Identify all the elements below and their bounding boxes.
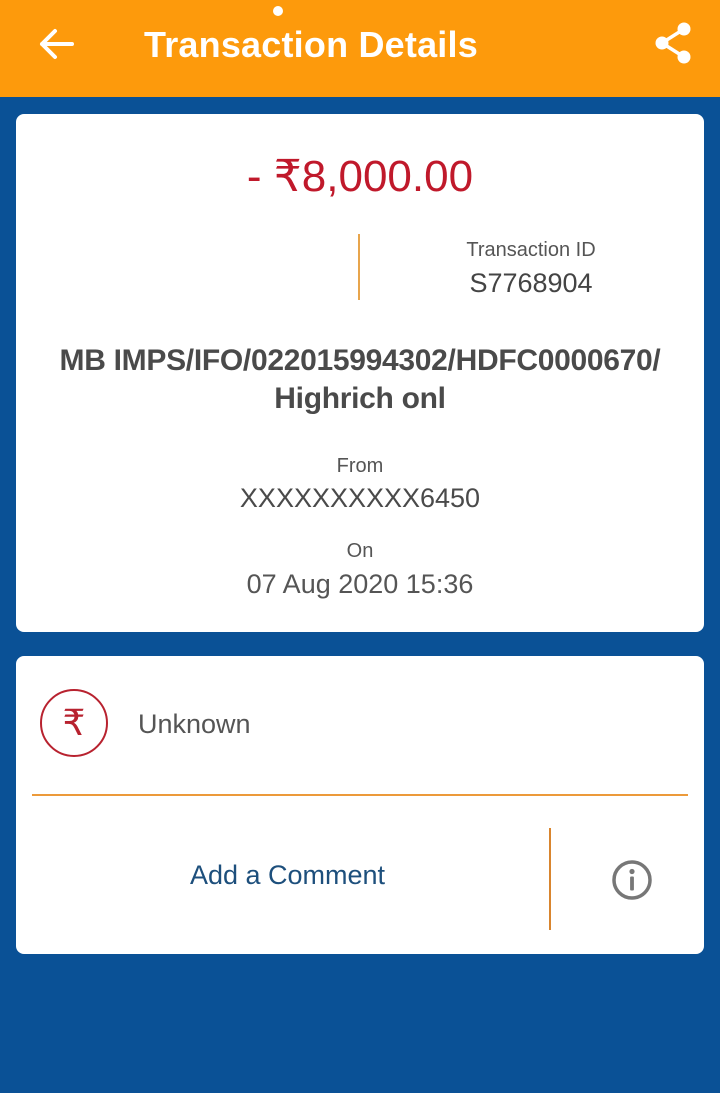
info-icon <box>612 860 652 900</box>
transaction-summary-card: - ₹8,000.00 Transaction ID S7768904 MB I… <box>16 114 704 632</box>
from-label: From <box>336 455 384 477</box>
info-button[interactable] <box>608 856 656 904</box>
payee-logo <box>151 239 231 299</box>
add-comment-label: Add a Comment <box>189 860 386 890</box>
app-bar: Transaction Details <box>0 0 720 97</box>
rupee-icon: ₹ <box>40 689 108 757</box>
transaction-date-time: 07 Aug 2020 15:36 <box>246 569 474 599</box>
category-label: Unknown <box>138 709 251 739</box>
transaction-amount: - ₹8,000.00 <box>246 152 474 201</box>
category-comment-card: ₹ Unknown Add a Comment <box>16 656 704 954</box>
vertical-divider <box>549 828 551 930</box>
transaction-description: MB IMPS/IFO/022015994302/HDFC0000670/ Hi… <box>59 344 661 415</box>
share-button[interactable] <box>648 18 698 68</box>
status-dot-indicator <box>273 6 283 16</box>
share-icon <box>655 22 691 64</box>
arrow-left-icon <box>40 29 74 59</box>
transaction-id-label: Transaction ID <box>466 239 596 261</box>
vertical-divider <box>358 234 360 300</box>
from-account: XXXXXXXXXX6450 <box>239 483 481 513</box>
page-title: Transaction Details <box>144 24 478 65</box>
category-selector[interactable]: ₹ Unknown <box>16 656 704 794</box>
back-button[interactable] <box>30 20 82 68</box>
on-label: On <box>346 540 374 562</box>
add-comment-button[interactable]: Add a Comment <box>16 796 549 954</box>
transaction-id-value: S7768904 <box>469 268 593 298</box>
